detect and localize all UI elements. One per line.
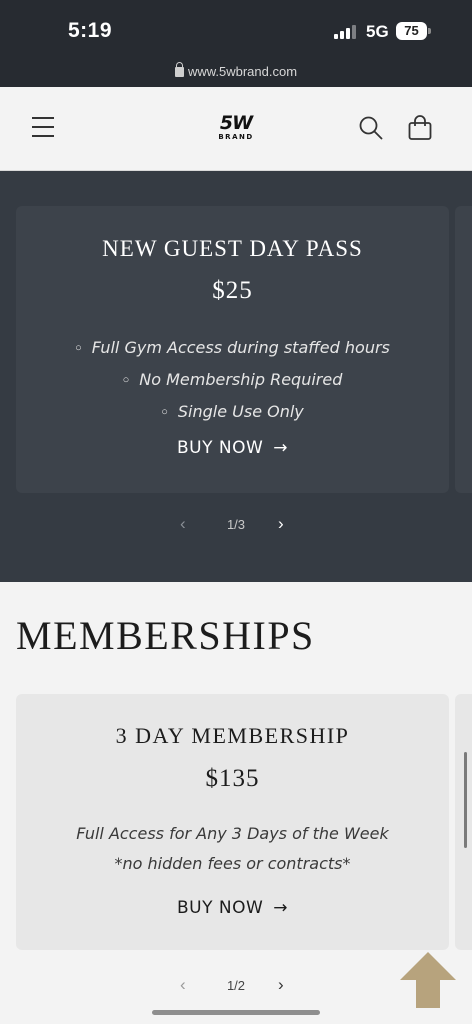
feature-item: Single Use Only bbox=[16, 397, 449, 429]
menu-icon[interactable] bbox=[32, 117, 54, 139]
address-bar[interactable]: www.5wbrand.com bbox=[0, 58, 472, 87]
membership-price: $135 bbox=[205, 765, 260, 792]
membership-desc-line: *no hidden fees or contracts* bbox=[114, 854, 351, 873]
pager-count: 1/3 bbox=[226, 517, 246, 532]
search-icon[interactable] bbox=[358, 115, 384, 141]
day-pass-buy-button[interactable]: BUY NOW → bbox=[16, 438, 449, 458]
battery-icon: 75 bbox=[396, 22, 427, 40]
buy-now-label: BUY NOW bbox=[176, 898, 264, 918]
pager-count: 1/2 bbox=[226, 978, 246, 993]
network-label: 5G bbox=[366, 22, 389, 41]
site-header: 5W BRAND bbox=[0, 87, 472, 171]
chevron-right-icon[interactable]: › bbox=[278, 514, 284, 534]
memberships-heading: MEMBERSHIPS bbox=[16, 613, 315, 658]
cart-icon[interactable] bbox=[406, 114, 434, 142]
membership-buy-button[interactable]: BUY NOW → bbox=[16, 898, 449, 918]
day-pass-title: NEW GUEST DAY PASS bbox=[102, 236, 363, 261]
day-pass-slideshow: NEW GUEST DAY PASS $25 Full Gym Access d… bbox=[0, 171, 472, 582]
logo-main: 5W bbox=[219, 112, 253, 134]
arrow-right-icon: → bbox=[273, 898, 289, 918]
logo[interactable]: 5W BRAND bbox=[210, 113, 262, 143]
membership-card: 3 DAY MEMBERSHIP $135 Full Access for An… bbox=[16, 694, 449, 950]
chevron-right-icon[interactable]: › bbox=[278, 975, 284, 995]
logo-sub: BRAND bbox=[218, 133, 254, 141]
scrollbar[interactable] bbox=[464, 752, 467, 848]
status-bar: 5:19 5G 75 bbox=[0, 0, 472, 58]
url-text: www.5wbrand.com bbox=[187, 64, 298, 79]
next-slide-peek[interactable] bbox=[455, 206, 472, 493]
signal-icon bbox=[334, 25, 356, 39]
day-pass-price: $25 bbox=[212, 277, 253, 304]
buy-now-label: BUY NOW bbox=[176, 438, 264, 458]
slideshow-pager: ‹ 1/3 › bbox=[0, 514, 472, 534]
battery-nub bbox=[428, 28, 431, 34]
membership-title: 3 DAY MEMBERSHIP bbox=[115, 723, 350, 748]
lock-icon bbox=[174, 62, 184, 77]
arrow-right-icon: → bbox=[273, 438, 289, 458]
membership-desc-line: Full Access for Any 3 Days of the Week bbox=[76, 824, 389, 843]
feature-item: No Membership Required bbox=[16, 365, 449, 397]
chevron-left-icon[interactable]: ‹ bbox=[180, 975, 186, 995]
feature-item: Full Gym Access during staffed hours bbox=[16, 333, 449, 365]
day-pass-card: NEW GUEST DAY PASS $25 Full Gym Access d… bbox=[16, 206, 449, 493]
chevron-left-icon[interactable]: ‹ bbox=[180, 514, 186, 534]
home-indicator bbox=[152, 1010, 320, 1015]
membership-description: Full Access for Any 3 Days of the Week *… bbox=[16, 819, 449, 879]
feature-list: Full Gym Access during staffed hours No … bbox=[16, 333, 449, 429]
arrow-up-icon[interactable] bbox=[398, 950, 458, 1010]
status-time: 5:19 bbox=[68, 19, 113, 42]
